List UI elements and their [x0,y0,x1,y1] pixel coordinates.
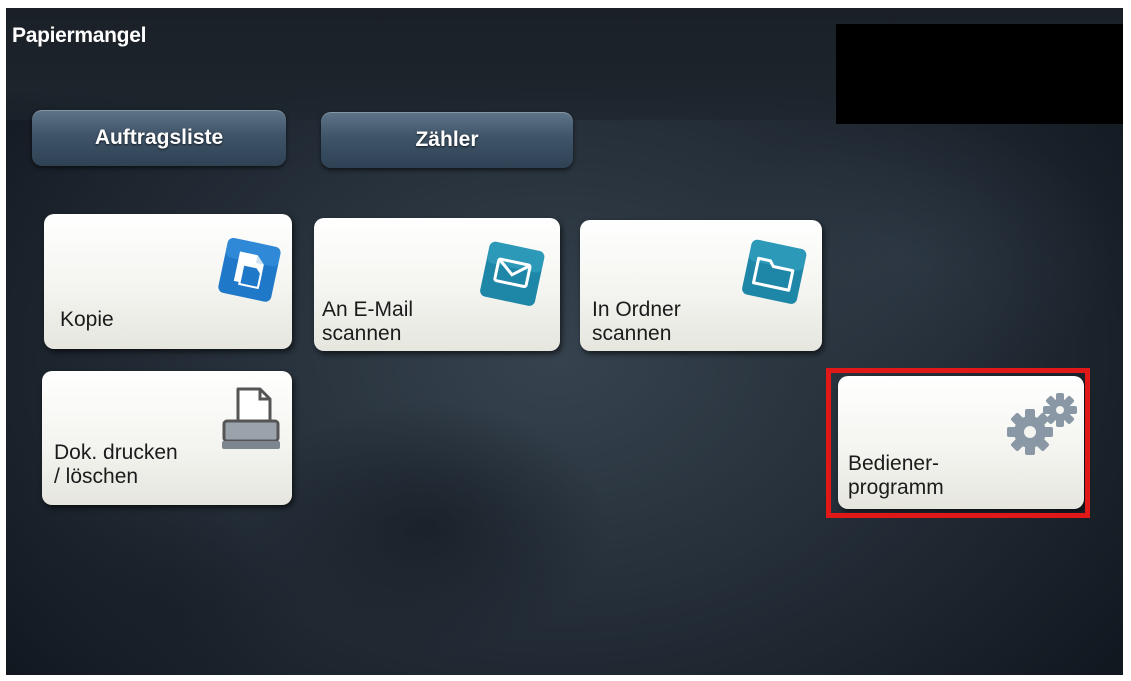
job-list-button[interactable]: Auftragsliste [32,110,286,166]
envelope-icon [480,241,545,306]
copy-tile[interactable]: Kopie [44,214,292,349]
job-list-button-label: Auftragsliste [94,126,224,149]
print-delete-label: Dok. drucken / löschen [54,441,178,488]
counter-button[interactable]: Zähler [321,112,573,168]
printer-icon [222,387,280,449]
scan-to-email-label: An E-Mail scannen [322,298,414,345]
scan-to-folder-label: In Ordner scannen [592,298,681,345]
copy-document-icon [218,237,281,302]
utility-program-tile[interactable]: Bediener- programm [838,376,1084,509]
scan-to-email-tile[interactable]: An E-Mail scannen [314,218,560,351]
gears-icon [1007,393,1077,455]
scan-to-folder-tile[interactable]: In Ordner scannen [580,220,822,351]
status-message: Papiermangel [12,24,147,47]
utility-program-label: Bediener- programm [848,452,944,499]
folder-icon [742,239,807,304]
copy-tile-label: Kopie [60,308,114,331]
print-delete-document-tile[interactable]: Dok. drucken / löschen [42,371,292,505]
redacted-area [836,24,1123,124]
counter-button-label: Zähler [415,128,479,151]
